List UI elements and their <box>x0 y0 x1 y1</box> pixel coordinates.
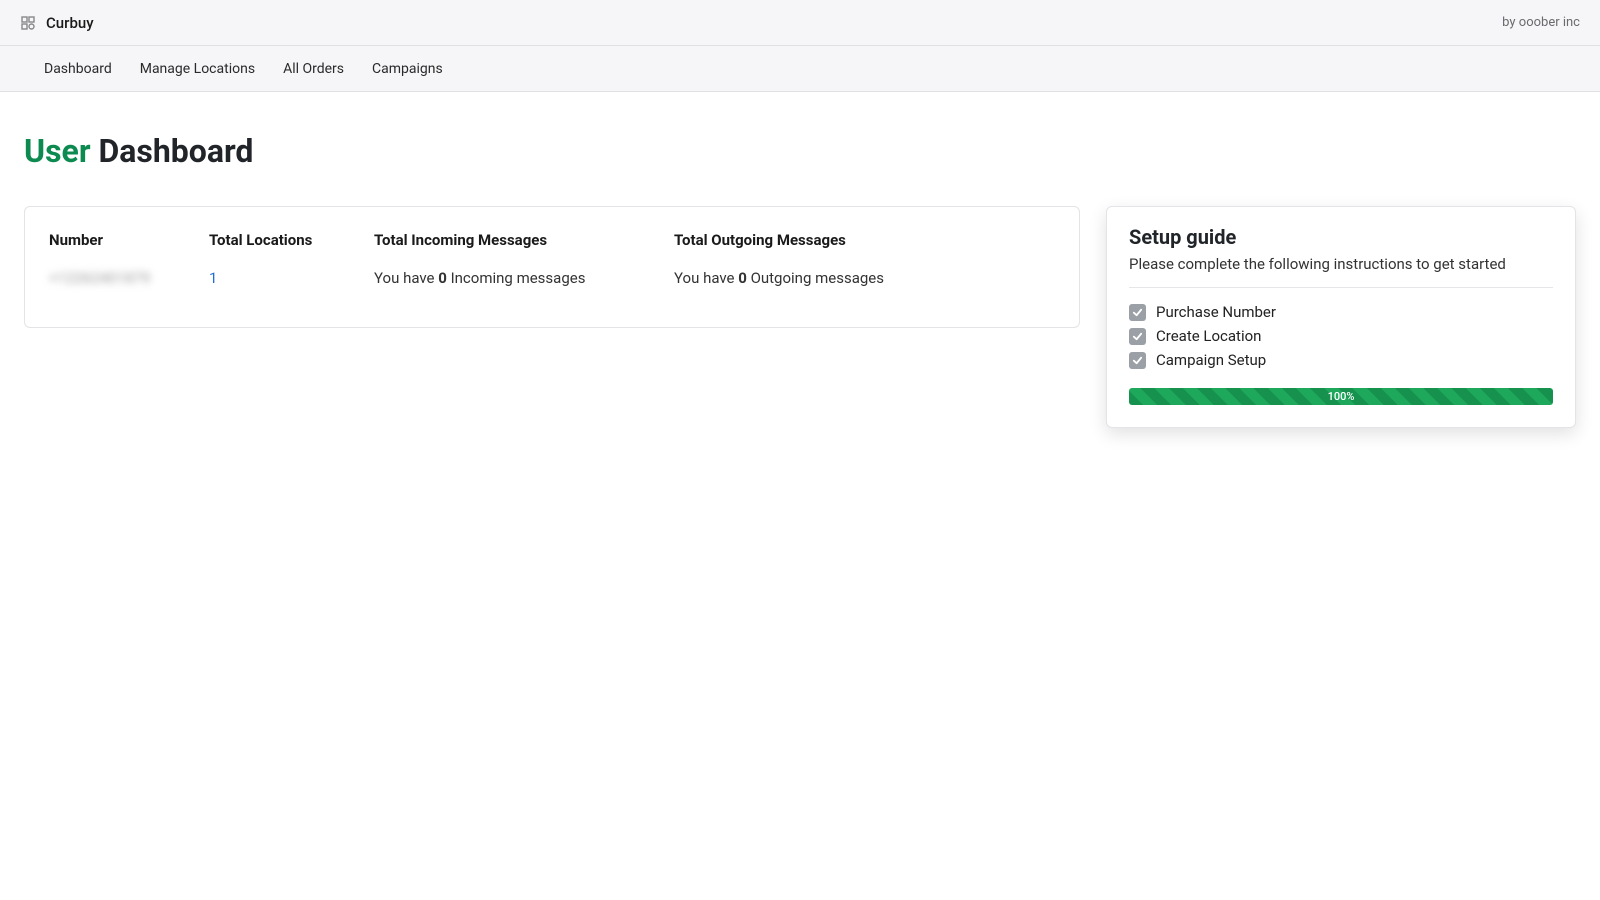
stat-value-number: +12262401879 <box>49 269 209 287</box>
stats-card: Number Total Locations Total Incoming Me… <box>24 206 1080 328</box>
nav-dashboard[interactable]: Dashboard <box>44 61 112 77</box>
nav-manage-locations[interactable]: Manage Locations <box>140 61 255 77</box>
byline: by ooober inc <box>1502 15 1580 30</box>
outgoing-prefix: You have <box>674 269 738 287</box>
incoming-suffix: Incoming messages <box>447 269 586 287</box>
setup-item-create-location[interactable]: Create Location <box>1129 324 1553 348</box>
setup-item-label: Create Location <box>1156 327 1261 345</box>
outgoing-count: 0 <box>738 269 747 287</box>
setup-item-campaign-setup[interactable]: Campaign Setup <box>1129 348 1553 372</box>
checkbox-icon <box>1129 304 1146 321</box>
stats-values: +12262401879 1 You have 0 Incoming messa… <box>49 269 1055 287</box>
page-title-accent: User <box>24 132 91 170</box>
setup-card: Setup guide Please complete the followin… <box>1106 206 1576 428</box>
stat-value-locations[interactable]: 1 <box>209 269 374 287</box>
stat-value-incoming: You have 0 Incoming messages <box>374 269 674 287</box>
setup-item-label: Purchase Number <box>1156 303 1276 321</box>
setup-divider <box>1129 287 1553 288</box>
stats-headers: Number Total Locations Total Incoming Me… <box>49 231 1055 269</box>
setup-title: Setup guide <box>1129 225 1553 249</box>
topbar: Curbuy by ooober inc <box>0 0 1600 46</box>
setup-item-label: Campaign Setup <box>1156 351 1266 369</box>
page-title: User Dashboard <box>24 132 1576 170</box>
stat-header-locations: Total Locations <box>209 231 374 249</box>
app-name: Curbuy <box>46 14 94 32</box>
setup-subtitle: Please complete the following instructio… <box>1129 255 1553 273</box>
navbar: Dashboard Manage Locations All Orders Ca… <box>0 46 1600 92</box>
nav-campaigns[interactable]: Campaigns <box>372 61 443 77</box>
nav-all-orders[interactable]: All Orders <box>283 61 344 77</box>
stat-header-incoming: Total Incoming Messages <box>374 231 674 249</box>
outgoing-suffix: Outgoing messages <box>747 269 884 287</box>
checkbox-icon <box>1129 328 1146 345</box>
incoming-count: 0 <box>438 269 447 287</box>
stat-header-outgoing: Total Outgoing Messages <box>674 231 974 249</box>
panels: Number Total Locations Total Incoming Me… <box>24 206 1576 428</box>
checkbox-icon <box>1129 352 1146 369</box>
setup-progress-bar: 100% <box>1129 388 1553 405</box>
page-title-rest: Dashboard <box>91 132 254 170</box>
setup-progress-label: 100% <box>1129 388 1553 405</box>
content: User Dashboard Number Total Locations To… <box>0 92 1600 428</box>
incoming-prefix: You have <box>374 269 438 287</box>
stat-value-outgoing: You have 0 Outgoing messages <box>674 269 974 287</box>
app-logo-icon <box>20 15 36 31</box>
setup-item-purchase-number[interactable]: Purchase Number <box>1129 300 1553 324</box>
setup-checklist: Purchase Number Create Location Campaign… <box>1129 300 1553 372</box>
stat-header-number: Number <box>49 231 209 249</box>
topbar-left: Curbuy <box>20 14 94 32</box>
